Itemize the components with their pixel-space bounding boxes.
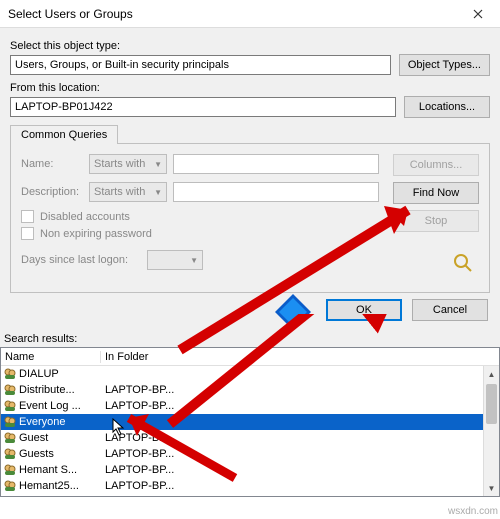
list-item-name: DIALUP bbox=[19, 368, 101, 380]
group-icon bbox=[3, 479, 17, 493]
object-type-label: Select this object type: bbox=[10, 40, 490, 52]
list-item[interactable]: Hemant S...LAPTOP-BP... bbox=[1, 462, 499, 478]
list-header[interactable]: Name In Folder bbox=[1, 348, 499, 366]
list-item-name: Hemant S... bbox=[19, 464, 101, 476]
list-item[interactable]: Hyper-V A...LAPTOP-BP... bbox=[1, 494, 499, 497]
scroll-thumb[interactable] bbox=[486, 384, 497, 424]
non-expiring-check: Non expiring password bbox=[21, 227, 379, 240]
list-item-folder: LAPTOP-BP... bbox=[101, 400, 499, 412]
scroll-up-icon[interactable]: ▲ bbox=[484, 366, 499, 382]
ok-button[interactable]: OK bbox=[326, 299, 402, 321]
search-spyglass-icon bbox=[449, 252, 479, 274]
list-item[interactable]: Distribute...LAPTOP-BP... bbox=[1, 382, 499, 398]
list-item-folder: LAPTOP-BP... bbox=[101, 496, 499, 497]
list-item-name: Guest bbox=[19, 432, 101, 444]
group-icon bbox=[3, 447, 17, 461]
checkbox-icon bbox=[21, 227, 34, 240]
column-name[interactable]: Name bbox=[1, 351, 101, 363]
description-input[interactable] bbox=[173, 182, 379, 202]
group-icon bbox=[3, 399, 17, 413]
window-title: Select Users or Groups bbox=[8, 7, 133, 21]
list-item-name: Distribute... bbox=[19, 384, 101, 396]
name-combo: Starts with ▼ bbox=[89, 154, 167, 174]
close-button[interactable] bbox=[456, 0, 500, 28]
location-field[interactable]: LAPTOP-BP01J422 bbox=[10, 97, 396, 117]
checkbox-icon bbox=[21, 210, 34, 223]
object-type-field[interactable]: Users, Groups, or Built-in security prin… bbox=[10, 55, 391, 75]
group-icon bbox=[3, 383, 17, 397]
list-item[interactable]: Event Log ...LAPTOP-BP... bbox=[1, 398, 499, 414]
list-item-name: Event Log ... bbox=[19, 400, 101, 412]
tab-panel: Name: Starts with ▼ Description: Starts … bbox=[10, 143, 490, 293]
group-icon bbox=[3, 495, 17, 497]
name-label: Name: bbox=[21, 158, 83, 170]
columns-button: Columns... bbox=[393, 154, 479, 176]
location-label: From this location: bbox=[10, 82, 490, 94]
scroll-down-icon[interactable]: ▼ bbox=[484, 480, 499, 496]
list-item-selected[interactable]: Everyone bbox=[1, 414, 499, 430]
titlebar: Select Users or Groups bbox=[0, 0, 500, 28]
locations-button[interactable]: Locations... bbox=[404, 96, 490, 118]
close-icon bbox=[473, 9, 483, 19]
stop-button: Stop bbox=[393, 210, 479, 232]
list-item[interactable]: GuestLAPTOP-BP... bbox=[1, 430, 499, 446]
find-now-button[interactable]: Find Now bbox=[393, 182, 479, 204]
group-icon bbox=[3, 367, 17, 381]
tab-common-queries[interactable]: Common Queries bbox=[10, 125, 118, 144]
cancel-button[interactable]: Cancel bbox=[412, 299, 488, 321]
group-icon bbox=[3, 415, 17, 429]
chevron-down-icon: ▼ bbox=[154, 188, 162, 197]
days-since-logon-label: Days since last logon: bbox=[21, 254, 141, 266]
list-item-name: Everyone bbox=[19, 416, 101, 428]
chevron-down-icon: ▼ bbox=[190, 256, 198, 265]
watermark: wsxdn.com bbox=[448, 506, 498, 517]
search-results-label: Search results: bbox=[0, 329, 500, 347]
list-item-folder: LAPTOP-BP... bbox=[101, 384, 499, 396]
group-icon bbox=[3, 463, 17, 477]
name-input[interactable] bbox=[173, 154, 379, 174]
list-item[interactable]: DIALUP bbox=[1, 366, 499, 382]
days-combo: ▼ bbox=[147, 250, 203, 270]
column-folder[interactable]: In Folder bbox=[101, 351, 499, 363]
list-item-folder: LAPTOP-BP... bbox=[101, 432, 499, 444]
list-item-folder: LAPTOP-BP... bbox=[101, 464, 499, 476]
scrollbar[interactable]: ▲ ▼ bbox=[483, 366, 499, 496]
list-item[interactable]: GuestsLAPTOP-BP... bbox=[1, 446, 499, 462]
tabs: Common Queries Name: Starts with ▼ Descr… bbox=[10, 124, 490, 293]
object-types-button[interactable]: Object Types... bbox=[399, 54, 490, 76]
dialog-body: Select this object type: Users, Groups, … bbox=[0, 28, 500, 329]
list-item-folder: LAPTOP-BP... bbox=[101, 448, 499, 460]
list-item-name: Hemant25... bbox=[19, 480, 101, 492]
description-label: Description: bbox=[21, 186, 83, 198]
description-combo: Starts with ▼ bbox=[89, 182, 167, 202]
list-item-name: Guests bbox=[19, 448, 101, 460]
list-item[interactable]: Hemant25...LAPTOP-BP... bbox=[1, 478, 499, 494]
list-item-folder: LAPTOP-BP... bbox=[101, 480, 499, 492]
disabled-accounts-check: Disabled accounts bbox=[21, 210, 379, 223]
select-users-dialog: Select Users or Groups Select this objec… bbox=[0, 0, 500, 497]
list-item-name: Hyper-V A... bbox=[19, 496, 101, 497]
chevron-down-icon: ▼ bbox=[154, 160, 162, 169]
group-icon bbox=[3, 431, 17, 445]
results-list[interactable]: Name In Folder DIALUPDistribute...LAPTOP… bbox=[0, 347, 500, 497]
